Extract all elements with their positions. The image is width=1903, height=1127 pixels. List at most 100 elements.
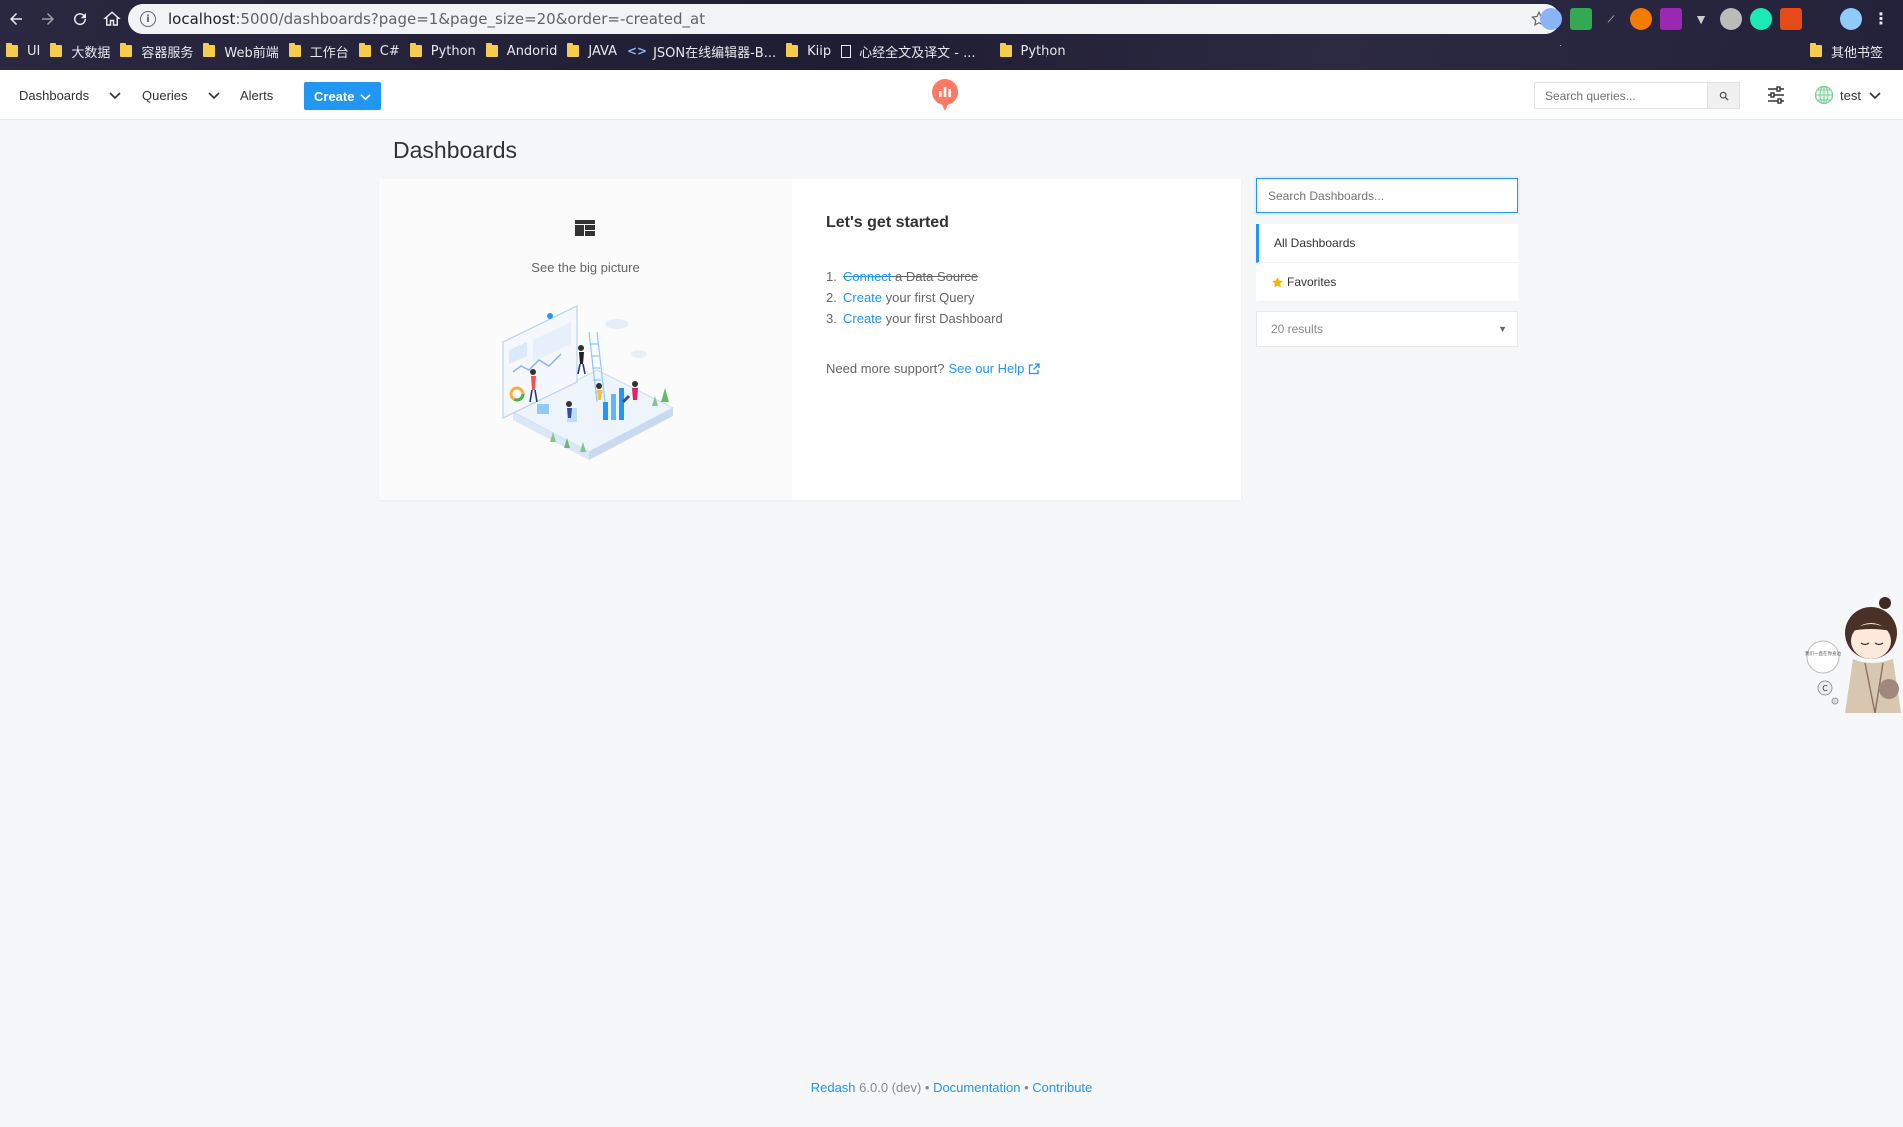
bookmark-folder[interactable]: Web前端 [203, 38, 288, 64]
caret-down-icon: ▼ [1498, 324, 1507, 334]
address-bar[interactable]: i localhost:5000/dashboards?page=1&page_… [128, 4, 1560, 34]
search-queries-button[interactable] [1707, 82, 1740, 109]
extension-icon[interactable] [1750, 8, 1772, 30]
empty-state-card: See the big picture Let's get started 1.… [379, 179, 1241, 500]
browser-nav-buttons [0, 4, 128, 34]
back-button[interactable] [0, 4, 32, 34]
create-button[interactable]: Create [304, 82, 382, 110]
chevron-down-icon [1869, 92, 1881, 100]
star-icon [1272, 276, 1283, 287]
site-info-icon[interactable]: i [140, 11, 156, 27]
code-icon: <> [626, 44, 648, 58]
getting-started-heading: Let's get started [826, 214, 949, 231]
bookmark-folder[interactable]: 大数据 [50, 38, 120, 64]
arrow-right-icon [42, 13, 54, 25]
search-queries-input[interactable] [1534, 82, 1707, 109]
empty-state-illustration-panel: See the big picture [379, 179, 792, 500]
documentation-link[interactable]: Documentation [933, 1080, 1020, 1095]
create-query-link[interactable]: Create [843, 290, 882, 305]
bookmark-folder[interactable]: Python [409, 38, 486, 64]
user-menu[interactable]: test [1814, 84, 1881, 106]
redash-logo[interactable] [930, 78, 960, 112]
more-menu-icon[interactable]: ⋮ [1870, 8, 1892, 30]
home-button[interactable] [96, 4, 128, 34]
extension-spacer [1810, 8, 1832, 30]
query-search [1534, 82, 1740, 109]
extension-icon[interactable] [1570, 8, 1592, 30]
extension-icon[interactable] [1720, 8, 1742, 30]
reload-button[interactable] [64, 4, 96, 34]
bookmark-folder[interactable]: JAVA [567, 38, 627, 64]
extension-icon[interactable]: ⟋ [1600, 8, 1622, 30]
reload-icon [74, 13, 87, 26]
page-size-select[interactable]: 20 results ▼ [1256, 311, 1518, 347]
folder-icon [485, 43, 498, 57]
bookmark-folder[interactable]: Andorid [485, 38, 568, 64]
getting-started-steps: 1. Connect a Data Source 2. Create your fi… [826, 266, 1003, 329]
profile-avatar-icon[interactable] [1840, 8, 1862, 30]
bookmark-folder[interactable]: 工作台 [288, 38, 359, 64]
extension-icon[interactable] [1630, 8, 1652, 30]
folder-icon [288, 43, 301, 57]
bookmark-folder[interactable]: UI [6, 38, 50, 64]
other-bookmarks[interactable]: 其他书签 [1809, 38, 1893, 64]
redash-link[interactable]: Redash [811, 1080, 856, 1095]
extension-icon[interactable] [1540, 8, 1562, 30]
step-connect-data-source: 1. Connect a Data Source [826, 269, 979, 284]
bookmark-link[interactable]: 心经全文及译文 - ... [841, 38, 985, 64]
bookmark-folder[interactable]: C# [358, 38, 410, 64]
step-create-query: 2. Create your first Query [826, 290, 975, 305]
filter-favorites[interactable]: Favorites [1256, 263, 1518, 302]
page-icon [841, 44, 852, 58]
getting-started-panel: Let's get started 1. Connect a Data Sourc… [792, 179, 1241, 500]
alerts-link[interactable]: Alerts [240, 70, 273, 120]
filter-all-dashboards[interactable]: All Dashboards [1256, 224, 1518, 263]
footer: Redash 6.0.0 (dev) • Documentation • Con… [810, 1080, 1093, 1095]
mascot-bubble-text: 我们一直在你身边 [1805, 650, 1841, 657]
user-avatar-icon [1814, 85, 1834, 105]
bookmark-folder[interactable]: Python [999, 38, 1076, 64]
bookmark-link[interactable]: <> JSON在线编辑器-B... [627, 38, 786, 64]
page-title: Dashboards [393, 137, 518, 163]
mascot-widget[interactable]: 我们一直在你身边 C [1805, 593, 1903, 713]
illustration-caption: See the big picture [531, 260, 640, 275]
chevron-down-icon [109, 92, 121, 100]
browser-chrome: i localhost:5000/dashboards?page=1&page_… [0, 0, 1903, 70]
settings-sliders-icon[interactable] [1766, 86, 1786, 104]
chevron-down-icon [207, 92, 220, 100]
extension-icon[interactable]: ▼ [1690, 8, 1712, 30]
extension-icon[interactable] [1660, 8, 1682, 30]
dashboards-menu[interactable]: Dashboards [19, 70, 121, 120]
dashboard-filter-list: All Dashboards Favorites [1256, 224, 1518, 302]
search-dashboards-input[interactable] [1256, 178, 1518, 213]
folder-icon [203, 43, 216, 57]
folder-icon [120, 43, 133, 57]
step-create-dashboard: 3. Create your first Dashboard [826, 311, 1003, 326]
svg-text:C: C [1822, 684, 1828, 693]
home-icon [103, 11, 121, 26]
extension-icon[interactable] [1780, 8, 1802, 30]
connect-link[interactable]: Connect [843, 269, 891, 284]
folder-icon [358, 43, 371, 57]
bookmark-folder[interactable]: 容器服务 [120, 38, 203, 64]
search-icon [1719, 91, 1729, 101]
dashboard-illustration [502, 305, 675, 460]
help-link[interactable]: See our Help [949, 361, 1025, 376]
arrow-left-icon [10, 13, 22, 25]
external-link-icon[interactable] [1028, 362, 1041, 375]
folder-icon [409, 43, 422, 57]
queries-menu[interactable]: Queries [142, 70, 220, 120]
folder-icon [999, 43, 1012, 57]
support-line: Need more support? See our Help [826, 361, 1041, 376]
forward-button[interactable] [32, 4, 64, 34]
folder-icon [567, 43, 580, 57]
extension-icons: ⟋ ▼ ⋮ [1540, 8, 1892, 30]
bookmark-folder[interactable]: Kiip [786, 38, 841, 64]
url-text: localhost:5000/dashboards?page=1&page_si… [168, 10, 706, 28]
folder-icon [786, 43, 799, 57]
contribute-link[interactable]: Contribute [1032, 1080, 1092, 1095]
folder-icon [6, 43, 18, 57]
bookmarks-bar: UI 大数据 容器服务 Web前端 工作台 C# Python Andorid … [0, 38, 1903, 64]
folder-icon [50, 43, 63, 57]
create-dashboard-link[interactable]: Create [843, 311, 882, 326]
